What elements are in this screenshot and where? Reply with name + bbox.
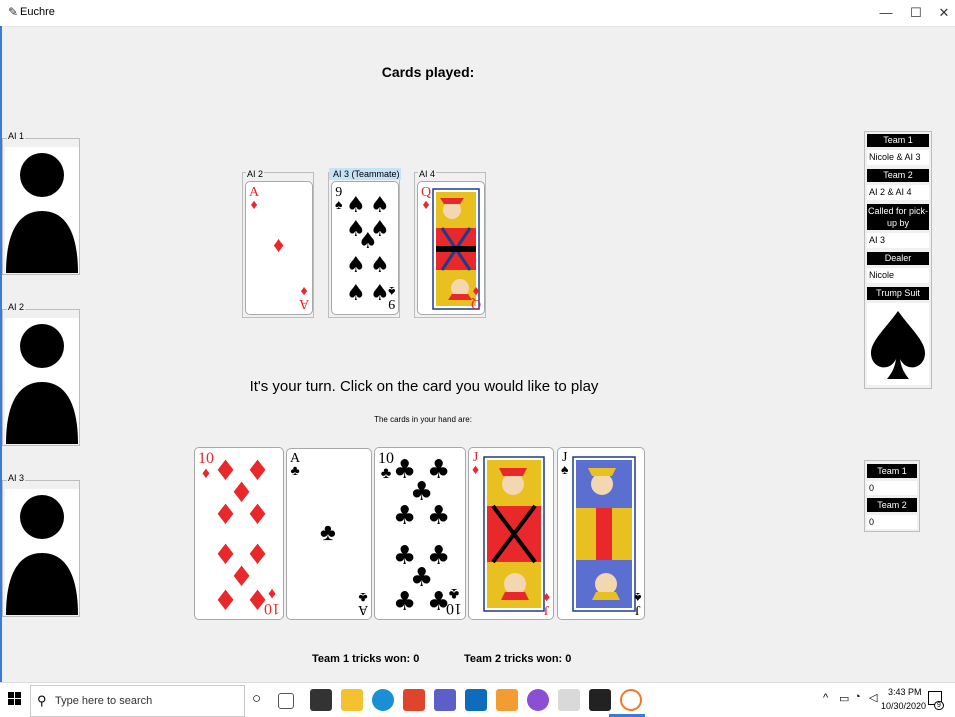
played-card-ace-diamonds: A ♦ ♦ A ♦ [245,181,313,315]
windows-start-icon[interactable] [8,692,22,711]
called-by-heading: Called for pick-up by [867,204,929,230]
team2-points-value: 0 [867,515,917,529]
terminal-icon[interactable] [589,689,611,711]
card-rank: J [472,450,479,465]
clock-date[interactable]: 10/30/2020 [881,701,926,711]
team2-tricks: Team 2 tricks won: 0 [464,653,572,665]
team1-heading: Team 1 [867,134,929,147]
team1-tricks: Team 1 tricks won: 0 [312,653,420,665]
svg-text:♣: ♣ [393,501,416,531]
svg-text:♠: ♠ [346,193,366,218]
team2-heading: Team 2 [867,169,929,182]
volume-icon[interactable]: ◁ [869,691,877,704]
notification-badge: 9 [934,701,944,710]
turn-prompt: It's your turn. Click on the card you wo… [249,378,599,395]
app-feather-icon: ✎ [8,5,19,19]
trump-suit-heading: Trump Suit [867,287,929,300]
svg-text:♣: ♣ [393,587,416,617]
player-frame-ai1: AI 1 [2,131,80,275]
played-slot-ai3-teammate: AI 3 (Teammate) 9 ♠ ♠ ♠ ♠ ♠ ♠ ♠ ♠ ♠ ♠ 9 ♠ [328,168,401,318]
team2-points-heading: Team 2 Points [867,498,917,524]
mail-app-icon[interactable] [496,689,518,711]
spade-pips: ♠ ♠ ♠ ♠ ♠ ♠ ♠ ♠ ♠ [346,193,390,306]
minimize-button[interactable]: — [871,0,901,26]
diamond-icon: ♦ [422,198,430,213]
title-bar: ✎ Euchre — ☐ ✕ [0,0,955,27]
svg-text:♦: ♦ [213,498,238,531]
team2-members: AI 2 & AI 4 [867,185,929,200]
cortana-icon[interactable]: ○ [252,690,261,707]
teams-icon[interactable] [434,689,456,711]
team1-members: Nicole & AI 3 [867,150,929,165]
played-slot-ai2: AI 2 A ♦ ♦ A ♦ [242,169,314,318]
spade-icon: ♠ [335,198,343,213]
svg-text:♠: ♠ [370,281,390,306]
svg-text:♦: ♦ [245,498,270,531]
jupyter-icon[interactable] [620,689,642,711]
hand-card-ace-clubs[interactable]: A ♣ ♣ A ♣ [286,448,372,620]
hand-card-jack-spades[interactable]: J ♠ J ♠ [557,447,645,620]
played-card-queen-diamonds: Q ♦ Q ♦ [417,181,485,315]
svg-text:♠: ♠ [358,229,378,254]
player-label: AI 3 [7,473,26,483]
player-label: AI 2 [7,302,26,312]
dealer-heading: Dealer [867,252,929,265]
team1-points-value: 0 [867,481,917,495]
hand-card-ten-clubs[interactable]: 10 ♣ ♣ ♣ ♣ ♣ ♣ ♣ ♣ ♣ ♣ ♣ 10 ♣ [374,447,466,620]
player-label: AI 1 [7,131,26,141]
task-view-icon[interactable] [278,693,294,709]
app-icon[interactable] [527,689,549,711]
card-rank: A [290,451,301,466]
file-explorer-icon[interactable] [341,689,363,711]
person-avatar-icon [5,318,79,444]
dealer-value: Nicole [867,268,929,283]
slot-label: AI 4 [418,169,437,179]
svg-text:♠: ♠ [370,193,390,218]
player-frame-ai2: AI 2 [2,302,80,446]
taskbar: ⚲ Type here to search ○ ^ ▭ ◔ ◁ 3:43 PM … [0,682,955,717]
edge-icon[interactable] [372,689,394,711]
hand-card-jack-diamonds[interactable]: J ♦ J ♦ [468,447,554,620]
snip-icon[interactable] [558,689,580,711]
search-icon: ⚲ [37,693,47,708]
hand-caption: The cards in your hand are: [374,415,472,424]
player-frame-ai3: AI 3 [2,473,80,617]
card-rank: J [561,450,568,465]
diamond-icon: ♦ [250,198,258,213]
chevron-up-icon[interactable]: ^ [823,692,828,704]
battery-icon[interactable]: ▭ [839,692,849,705]
store-icon[interactable] [310,689,332,711]
club-icon: ♣ [320,519,336,546]
person-avatar-icon [5,147,79,273]
maximize-button[interactable]: ☐ [901,0,931,26]
hand-card-ten-diamonds[interactable]: 10 ♦ ♦ ♦ ♦ ♦ ♦ ♦ ♦ ♦ ♦ ♦ 10 ♦ [194,447,284,620]
called-by-value: AI 3 [867,233,929,248]
played-card-nine-spades: 9 ♠ ♠ ♠ ♠ ♠ ♠ ♠ ♠ ♠ ♠ 9 ♠ [331,181,399,315]
clock-time[interactable]: 3:43 PM [888,687,922,697]
window-title: Euchre [20,6,55,18]
svg-text:♣: ♣ [427,501,450,531]
played-slot-ai4: AI 4 Q ♦ Q ♦ [414,169,486,318]
jack-face-art-icon [572,456,636,612]
svg-text:♠: ♠ [346,253,366,278]
person-avatar-icon [5,489,79,615]
close-button[interactable]: ✕ [929,0,955,26]
team1-points-heading: Team 1 Points [867,464,917,490]
jack-face-art-icon [483,456,545,612]
wifi-icon[interactable]: ◔ [854,691,861,703]
taskbar-search-box[interactable]: ⚲ Type here to search [30,685,245,717]
spade-icon [867,303,929,385]
search-placeholder: Type here to search [55,695,153,707]
cards-played-heading: Cards played: [381,64,475,80]
slot-label: AI 3 (Teammate) [333,169,400,179]
svg-text:♠: ♠ [370,253,390,278]
office-icon[interactable] [403,689,425,711]
svg-text:♦: ♦ [213,584,238,617]
game-info-panel: Team 1 Nicole & AI 3 Team 2 AI 2 & AI 4 … [864,131,932,389]
svg-text:♠: ♠ [346,281,366,306]
outlook-icon[interactable] [465,689,487,711]
diamond-icon: ♦ [273,232,285,257]
slot-label: AI 2 [246,169,265,179]
points-panel: Team 1 Points 0 Team 2 Points 0 [864,460,920,532]
